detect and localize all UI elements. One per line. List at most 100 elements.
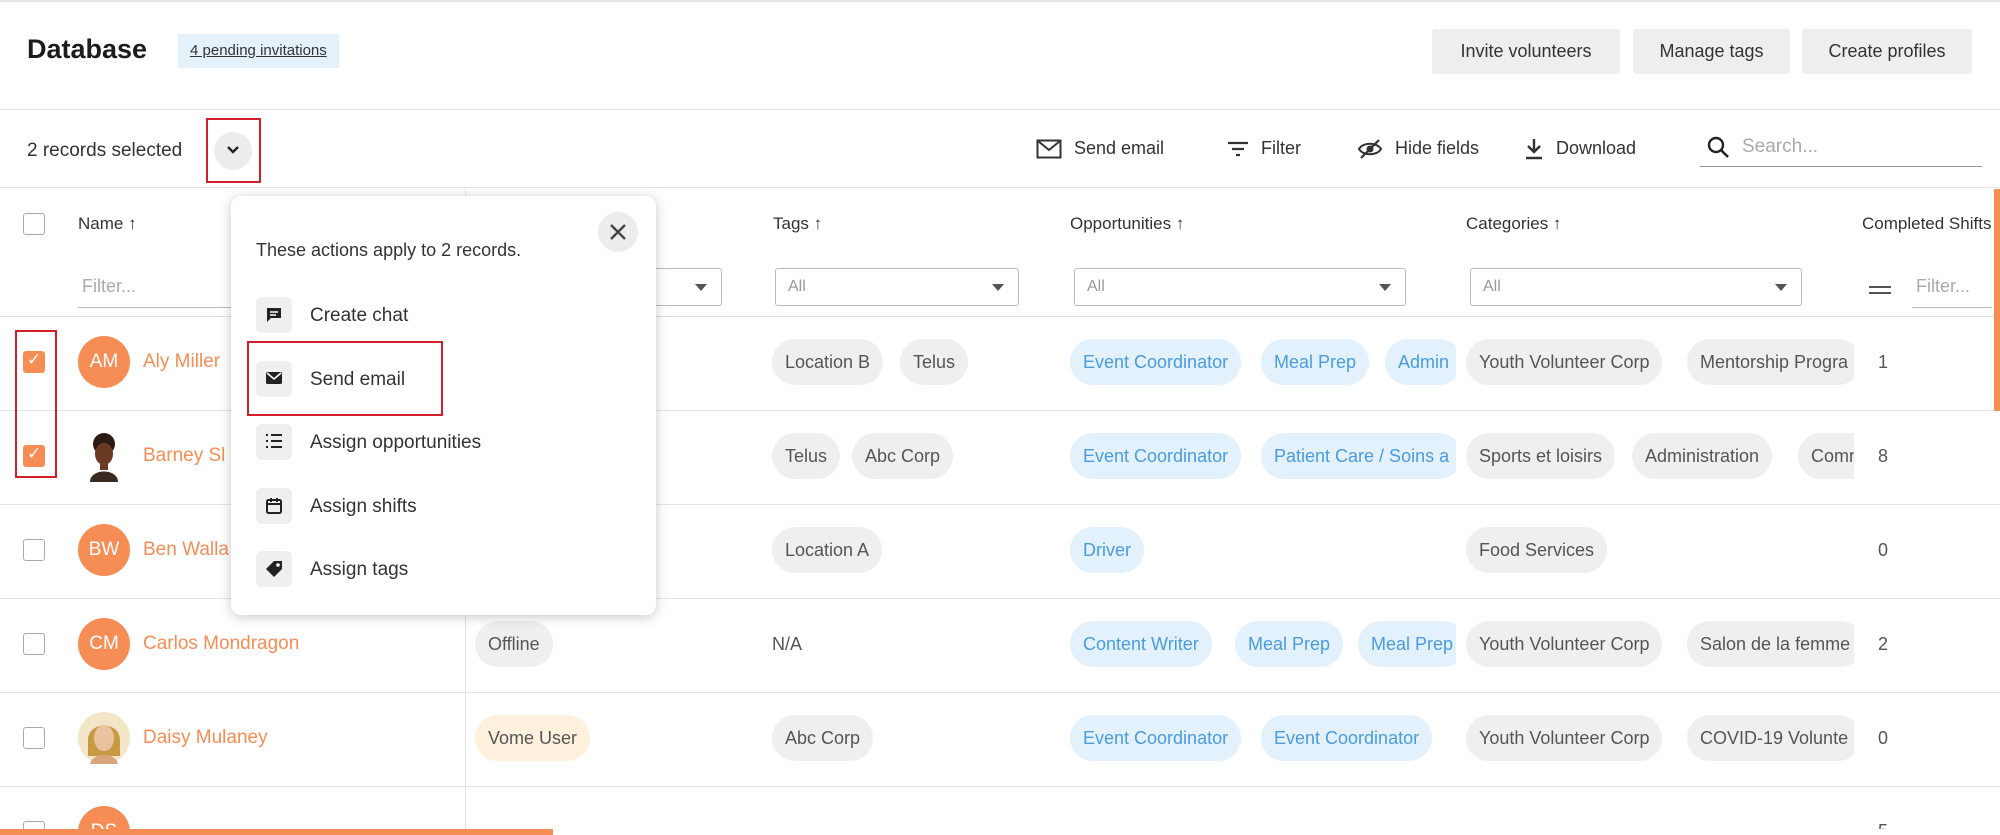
- column-completed-header-wrap: Completed Shifts: [1862, 210, 2000, 240]
- highlight-send-email: [247, 341, 443, 416]
- opportunity-chip: Driver: [1070, 527, 1144, 573]
- category-chip: Sports et loisirs: [1466, 433, 1616, 479]
- avatar: CM: [78, 618, 130, 670]
- column-categories-header[interactable]: Categories ↑: [1466, 214, 1561, 234]
- avatar: [78, 712, 130, 764]
- opportunities-filter-select[interactable]: All: [1074, 268, 1406, 306]
- person-name-link[interactable]: Barney Sl: [143, 445, 225, 467]
- completed-count: 5: [1878, 821, 1888, 829]
- person-name-link[interactable]: Aly Miller: [143, 351, 220, 373]
- category-chip: Administration: [1632, 433, 1773, 479]
- search-icon: [1707, 136, 1729, 158]
- search-input[interactable]: Search...: [1700, 129, 1982, 167]
- completed-count: 0: [1878, 540, 1889, 560]
- list-icon: [256, 424, 292, 460]
- horizontal-scrollbar[interactable]: [0, 829, 553, 835]
- column-tags-header[interactable]: Tags ↑: [773, 214, 822, 234]
- mail-icon: [1036, 139, 1062, 159]
- tag-icon: [256, 551, 292, 587]
- avatar: [78, 430, 130, 482]
- tag-chip: Location B: [772, 339, 884, 385]
- partial-row[interactable]: DS 5: [0, 787, 2000, 829]
- avatar: BW: [78, 524, 130, 576]
- person-name-link[interactable]: Ben Walla: [143, 539, 229, 561]
- manage-tags-button[interactable]: Manage tags: [1633, 29, 1790, 74]
- download-tool[interactable]: Download: [1524, 134, 1636, 162]
- completed-count: 0: [1878, 728, 1889, 748]
- eye-off-icon: [1357, 139, 1383, 160]
- tags-empty: N/A: [772, 634, 803, 654]
- opportunity-chip: Content Writer: [1070, 621, 1212, 667]
- category-chip: Salon de la femme: [1687, 621, 1854, 667]
- category-chip: Comm: [1798, 433, 1854, 479]
- category-chip: Youth Volunteer Corp: [1466, 715, 1663, 761]
- opportunity-chip: Event Coordinator: [1070, 339, 1242, 385]
- row-checkbox[interactable]: [23, 821, 45, 829]
- avatar: AM: [78, 336, 130, 388]
- vertical-scrollbar[interactable]: [1994, 189, 2000, 411]
- row-checkbox[interactable]: [23, 539, 45, 561]
- highlight-selected-checkboxes: [15, 330, 57, 478]
- person-name-link[interactable]: Daisy Mulaney: [143, 727, 268, 749]
- filter-tool[interactable]: Filter: [1227, 134, 1301, 162]
- tag-chip: Telus: [900, 339, 969, 385]
- category-chip: Youth Volunteer Corp: [1466, 339, 1663, 385]
- person-name-link[interactable]: Carlos Mondragon: [143, 633, 299, 655]
- opportunity-chip: Event Coordinator: [1261, 715, 1433, 761]
- opportunity-chip: Event Coordinator: [1070, 433, 1242, 479]
- completed-count: 2: [1878, 634, 1889, 654]
- row-checkbox[interactable]: [23, 727, 45, 749]
- search-placeholder: Search...: [1742, 136, 1819, 157]
- opportunity-chip: Meal Prep: [1235, 621, 1344, 667]
- avatar: DS: [78, 806, 130, 829]
- column-name-header[interactable]: Name ↑: [78, 214, 137, 234]
- categories-cell: Youth Volunteer Corp COVID-19 Volunte: [1466, 715, 1854, 761]
- person-photo-icon: [90, 433, 118, 482]
- hide-fields-tool[interactable]: Hide fields: [1357, 134, 1479, 162]
- chat-icon: [256, 297, 292, 333]
- dropdown-arrow-icon: [1379, 284, 1391, 291]
- completed-filter-input[interactable]: Filter...: [1912, 268, 1992, 308]
- column-opportunities-header[interactable]: Opportunities ↑: [1070, 214, 1184, 234]
- download-icon: [1526, 139, 1542, 160]
- opportunity-chip: Event Coordinator: [1070, 715, 1242, 761]
- status-chip: Offline: [475, 621, 553, 667]
- invite-volunteers-button[interactable]: Invite volunteers: [1432, 29, 1620, 74]
- create-profiles-button[interactable]: Create profiles: [1802, 29, 1972, 74]
- close-icon: [610, 224, 626, 240]
- category-chip: Mentorship Progra: [1687, 339, 1854, 385]
- popup-description: These actions apply to 2 records.: [256, 240, 522, 260]
- column-completed-header[interactable]: Completed Shifts: [1862, 214, 1991, 234]
- opportunity-chip: Meal Prep: [1358, 621, 1456, 667]
- dropdown-arrow-icon: [695, 284, 707, 291]
- select-all-checkbox[interactable]: [23, 213, 45, 235]
- opportunities-cell: Event Coordinator Meal Prep Admin: [1068, 339, 1456, 385]
- pending-invitations-link[interactable]: 4 pending invitations: [178, 34, 339, 68]
- top-bar: Database 4 pending invitations Invite vo…: [0, 0, 2000, 110]
- name-filter-input[interactable]: Filter...: [78, 268, 238, 308]
- send-email-tool[interactable]: Send email: [1036, 134, 1164, 162]
- tags-filter-select[interactable]: All: [775, 268, 1019, 306]
- equals-operator-icon[interactable]: [1869, 286, 1891, 294]
- opportunity-chip: Admin: [1385, 339, 1456, 385]
- page-title: Database: [27, 34, 148, 64]
- dropdown-arrow-icon: [992, 284, 1004, 291]
- assign-tags-menu-item[interactable]: Assign tags: [256, 551, 616, 589]
- opportunity-chip: Meal Prep: [1261, 339, 1370, 385]
- status-chip: Vome User: [475, 715, 591, 761]
- assign-opportunities-menu-item[interactable]: Assign opportunities: [256, 424, 616, 462]
- selection-count: 2 records selected: [27, 140, 183, 161]
- filter-icon: [1228, 142, 1248, 157]
- close-button[interactable]: [598, 212, 638, 252]
- create-chat-menu-item[interactable]: Create chat: [256, 297, 616, 335]
- categories-filter-select[interactable]: All: [1470, 268, 1802, 306]
- assign-shifts-menu-item[interactable]: Assign shifts: [256, 488, 616, 526]
- category-chip: Food Services: [1466, 527, 1608, 573]
- row-checkbox[interactable]: [23, 633, 45, 655]
- tag-chip: Location A: [772, 527, 883, 573]
- tag-chip: Telus: [772, 433, 841, 479]
- person-photo-icon: [78, 712, 130, 764]
- category-chip: COVID-19 Volunte: [1687, 715, 1854, 761]
- opportunity-chip: Patient Care / Soins a: [1261, 433, 1456, 479]
- highlight-dropdown: [206, 118, 261, 183]
